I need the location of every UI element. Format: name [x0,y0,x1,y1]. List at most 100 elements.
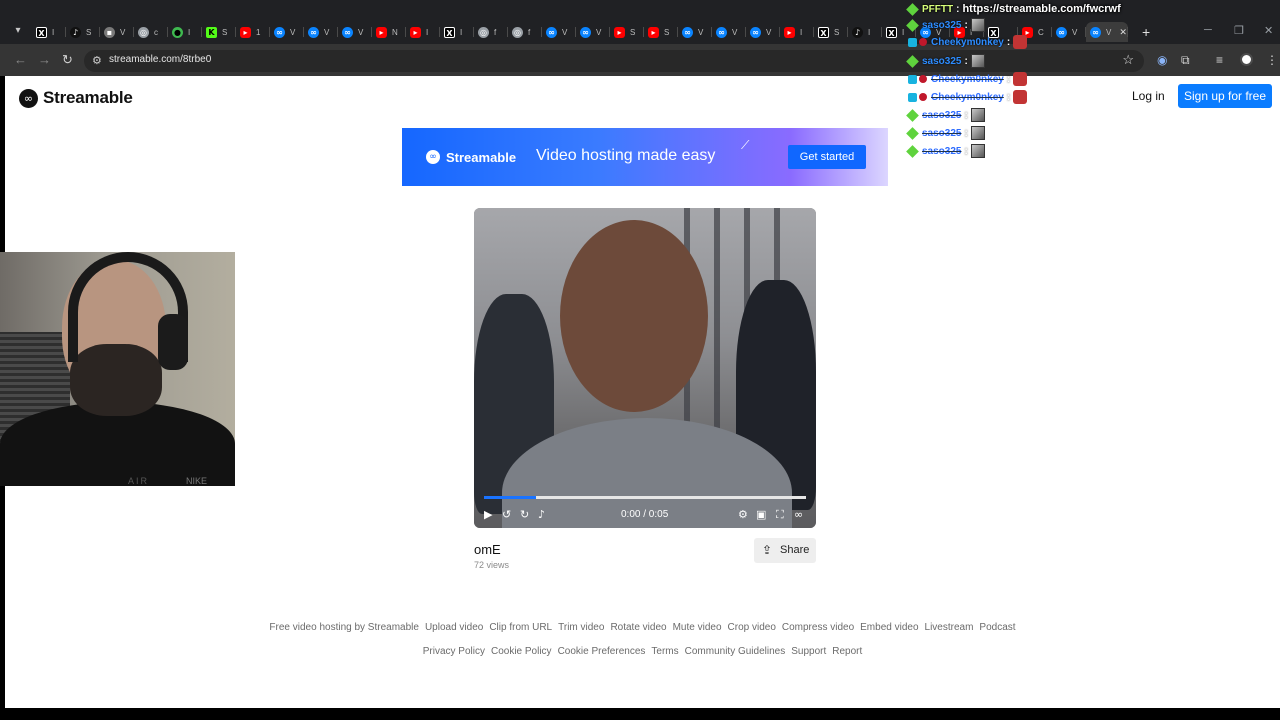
browser-tab[interactable]: ♪ I [848,22,882,42]
menu-kebab-icon[interactable]: ⋮ [1266,53,1278,67]
browser-tab[interactable]: ♪ S [66,22,100,42]
video-progress-bar[interactable] [484,496,806,499]
banner-headline: Video hosting made easy [536,147,716,164]
browser-tab[interactable]: ● I [168,22,202,42]
streamable-logo-icon: ∞ [716,26,727,38]
restore-icon[interactable]: ❐ [1234,24,1244,37]
browser-tab[interactable]: ▪ V [100,22,134,42]
banner-brand: Streamable [446,150,517,165]
tab-title: V [562,27,568,37]
sub-badge-icon [906,2,919,16]
share-button[interactable]: ⇪ Share [754,538,816,563]
streamable-watermark-icon[interactable]: ∞ [794,508,803,521]
reload-icon[interactable]: ↻ [62,52,73,68]
chat-username[interactable]: Cheekym0nkey [931,92,1004,103]
footer-link[interactable]: Free video hosting by Streamable [269,622,419,633]
browser-tab[interactable]: XI [32,22,66,42]
footer-link[interactable]: Community Guidelines [685,646,786,657]
browser-tab[interactable]: ▸ N [372,22,406,42]
close-window-icon[interactable]: ✕ [1264,24,1273,37]
footer-link[interactable]: Rotate video [610,622,666,633]
profile-avatar[interactable] [1240,53,1253,66]
browser-tab[interactable]: XS [814,22,848,42]
browser-tab[interactable]: ▸ S [644,22,678,42]
browser-tab[interactable]: XI [440,22,474,42]
footer-link[interactable]: Terms [651,646,678,657]
browser-tab[interactable]: ∞ V [304,22,338,42]
footer-link[interactable]: Clip from URL [489,622,552,633]
media-controls-icon[interactable]: ≡ [1216,53,1223,67]
browser-tab[interactable]: ∞ V [338,22,372,42]
tab-title: V [358,27,364,37]
stream-chat-overlay: PFFTT: https://streamable.com/fwcrwf saso3… [906,0,1208,160]
browser-tab[interactable]: ∞ V [712,22,746,42]
sub-badge-icon [906,108,919,122]
video-player[interactable]: ▶ ↺ ↻ ♪ 0:00 / 0:05 ⚙ ▣ ⛶ ∞ [474,208,816,528]
footer-links-secondary: Privacy Policy Cookie Policy Cookie Prefer… [5,646,1280,657]
footer-links-primary: Free video hosting by Streamable Upload v… [5,622,1280,633]
browser-tab[interactable]: ▸ 1 [236,22,270,42]
footer-link[interactable]: Support [791,646,826,657]
tab-title: S [86,27,92,37]
browser-tab[interactable]: ∞ V [542,22,576,42]
footer-link[interactable]: Compress video [782,622,854,633]
browser-tab[interactable]: ∞ V [746,22,780,42]
rewind-icon[interactable]: ↺ [502,508,511,521]
footer-link[interactable]: Upload video [425,622,483,633]
browser-tab[interactable]: ▸ S [610,22,644,42]
chat-username[interactable]: saso325 [922,128,961,139]
chat-username[interactable]: saso325 [922,146,961,157]
footer-link[interactable]: Privacy Policy [423,646,485,657]
browser-tab[interactable]: ▸ I [780,22,814,42]
vip-badge-icon [919,38,927,46]
streamable-logo-icon: ∞ [546,26,557,38]
x-logo-icon: X [886,26,897,38]
browser-tab[interactable]: ◎ c [134,22,168,42]
browser-tab[interactable]: ∞ V [270,22,304,42]
site-info-icon[interactable]: ⚙ [92,54,102,67]
streamable-logo[interactable]: ∞ Streamable [19,88,133,108]
browser-tab[interactable]: ◎ f [474,22,508,42]
chat-username[interactable]: PFFTT [922,4,953,15]
picture-in-picture-icon[interactable]: ▣ [756,508,766,521]
tab-title: S [664,27,670,37]
back-icon[interactable]: ← [14,52,27,67]
browser-tab[interactable]: KS [202,22,236,42]
browser-tab[interactable]: ∞ V [576,22,610,42]
footer-link[interactable]: Report [832,646,862,657]
footer-link[interactable]: Mute video [673,622,722,633]
footer-link[interactable]: Podcast [979,622,1015,633]
browser-tab[interactable]: ∞ V [678,22,712,42]
footer-link[interactable]: Cookie Preferences [558,646,646,657]
chat-username[interactable]: saso325 [922,56,961,67]
fullscreen-icon[interactable]: ⛶ [776,508,784,522]
chat-username[interactable]: saso325 [922,110,961,121]
settings-icon[interactable]: ⚙ [738,508,748,521]
face-emote-icon [970,126,985,140]
streamable-logo-icon: ∞ [682,26,693,38]
play-icon[interactable]: ▶ [484,508,492,521]
youtube-logo-icon: ▸ [784,26,795,38]
progress-buffered [484,496,536,499]
fast-forward-icon[interactable]: ↻ [520,508,529,521]
chat-message: saso325: [906,16,985,34]
tab-title: S [834,27,840,37]
promo-banner[interactable]: ∞ Streamable Video hosting made easy ⟋ G… [402,128,888,186]
tab-title: f [494,27,497,37]
chat-username[interactable]: Cheekym0nkey [931,74,1004,85]
get-started-button[interactable]: Get started [788,145,866,169]
chat-username[interactable]: saso325 [922,20,961,31]
footer-link[interactable]: Embed video [860,622,918,633]
url-text[interactable]: streamable.com/8trbe0 [109,54,211,65]
footer-link[interactable]: Trim video [558,622,604,633]
chat-username[interactable]: Cheekym0nkey [931,37,1004,48]
footer-link[interactable]: Livestream [925,622,974,633]
browser-tab[interactable]: ▸ I [406,22,440,42]
volume-icon[interactable]: ♪ [538,508,545,521]
tab-title: N [392,27,398,37]
forward-icon[interactable]: → [38,52,51,67]
tab-search-icon[interactable]: ▾ [10,23,26,39]
browser-tab[interactable]: ◎ f [508,22,542,42]
footer-link[interactable]: Crop video [728,622,776,633]
footer-link[interactable]: Cookie Policy [491,646,552,657]
